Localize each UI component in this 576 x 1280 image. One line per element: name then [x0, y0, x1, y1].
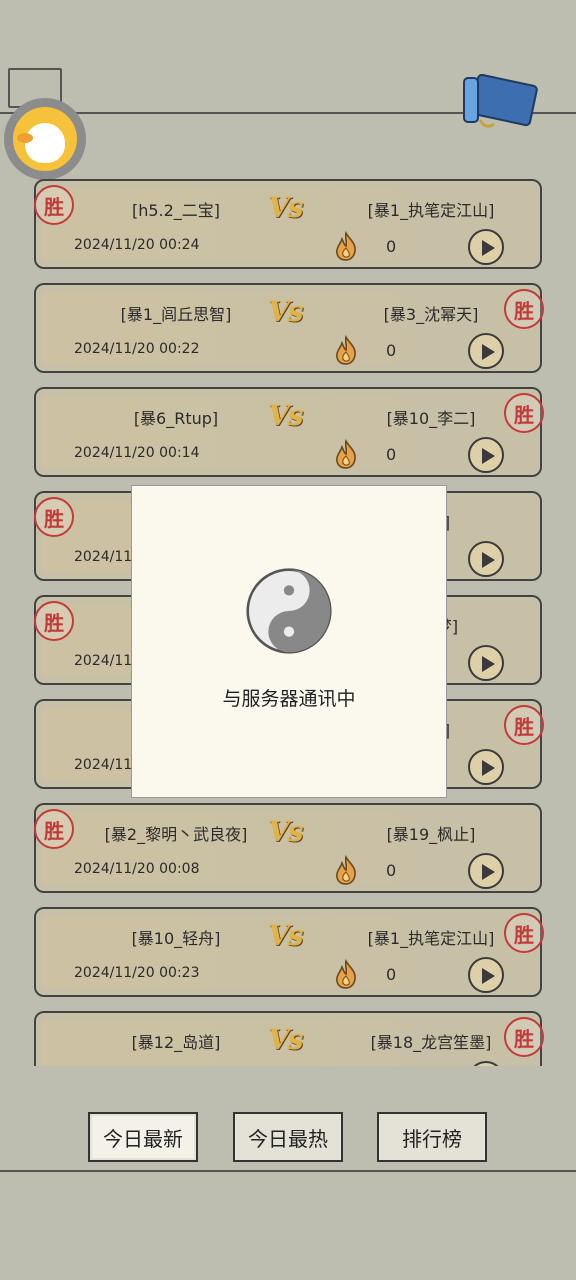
vs-badge: Vs [268, 919, 304, 952]
scroll-book-icon[interactable] [460, 74, 540, 130]
win-stamp-icon: 胜 [504, 289, 544, 329]
player-left-name: [h5.2_二宝] [131, 201, 221, 220]
play-replay-button[interactable] [468, 229, 504, 265]
fire-icon [336, 439, 356, 469]
vs-badge: Vs [268, 1023, 304, 1056]
fire-icon [336, 959, 356, 989]
player-right-name: [暴18_龙宫笙墨] [370, 1033, 492, 1052]
heat-count: 0 [386, 341, 397, 360]
play-replay-button[interactable] [468, 749, 504, 785]
play-replay-button[interactable] [468, 541, 504, 577]
player-left-name: [暴2_黎明丶武良夜] [104, 825, 248, 844]
match-card[interactable]: 胜 [暴10_轻舟] Vs [暴1_执笔定江山] 2024/11/20 00:23 0 [34, 907, 544, 997]
tab-hottest-today[interactable]: 今日最热 [233, 1112, 343, 1162]
match-date: 2024/11/20 00:08 [74, 861, 200, 877]
win-stamp-icon: 胜 [504, 913, 544, 953]
heat-count: 0 [386, 861, 397, 880]
player-left-name: [暴12_岛道] [131, 1033, 221, 1052]
vs-badge: Vs [268, 191, 304, 224]
player-right-name: [暴10_李二] [386, 409, 476, 428]
heat-count: 0 [386, 965, 397, 984]
heat-count: 0 [386, 237, 397, 256]
avatar[interactable] [4, 98, 86, 180]
match-date: 2024/11 [74, 653, 133, 669]
loading-text: 与服务器通讯中 [222, 688, 356, 710]
win-stamp-icon: 胜 [504, 1017, 544, 1057]
yin-yang-icon [246, 568, 332, 654]
play-replay-button[interactable] [468, 1061, 504, 1066]
win-stamp-icon: 胜 [34, 601, 74, 641]
duck-avatar-icon [13, 107, 77, 171]
match-card[interactable]: 胜 [暴12_岛道] Vs [暴18_龙宫笙墨] [34, 1011, 544, 1066]
match-date: 2024/11 [74, 757, 133, 773]
win-stamp-icon: 胜 [34, 809, 74, 849]
match-card[interactable]: 胜 [h5.2_二宝] Vs [暴1_执笔定江山] 2024/11/20 00:24 0 [34, 179, 542, 269]
play-replay-button[interactable] [468, 333, 504, 369]
match-date: 2024/11/20 00:22 [74, 341, 200, 357]
match-card[interactable]: 胜 [暴6_Rtup] Vs [暴10_李二] 2024/11/20 00:14 0 [34, 387, 544, 477]
match-date: 2024/11/20 00:23 [74, 965, 200, 981]
win-stamp-icon: 胜 [504, 393, 544, 433]
player-right-name: [暴1_执笔定江山] [367, 929, 495, 948]
fire-icon [336, 335, 356, 365]
fire-icon [336, 231, 356, 261]
match-date: 2024/11 [74, 549, 133, 565]
player-left-name: [暴10_轻舟] [131, 929, 221, 948]
vs-badge: Vs [268, 399, 304, 432]
win-stamp-icon: 胜 [34, 497, 74, 537]
fire-icon [336, 855, 356, 885]
play-replay-button[interactable] [468, 645, 504, 681]
player-right-name: [暴19_枫止] [386, 825, 476, 844]
player-left-name: [暴6_Rtup] [133, 409, 219, 428]
match-date: 2024/11/20 00:14 [74, 445, 200, 461]
tab-leaderboard[interactable]: 排行榜 [377, 1112, 487, 1162]
match-card[interactable]: 胜 [暴1_闾丘思智] Vs [暴3_沈幂天] 2024/11/20 00:22 0 [34, 283, 544, 373]
match-card[interactable]: 胜 [暴2_黎明丶武良夜] Vs [暴19_枫止] 2024/11/20 00:08 0 [34, 803, 542, 893]
match-date: 2024/11/20 00:24 [74, 237, 200, 253]
bottom-divider [0, 1170, 576, 1172]
play-replay-button[interactable] [468, 853, 504, 889]
play-replay-button[interactable] [468, 437, 504, 473]
win-stamp-icon: 胜 [504, 705, 544, 745]
loading-dialog: 与服务器通讯中 [131, 485, 447, 798]
vs-badge: Vs [268, 815, 304, 848]
play-replay-button[interactable] [468, 957, 504, 993]
vs-badge: Vs [268, 295, 304, 328]
player-right-name: [暴1_执笔定江山] [367, 201, 495, 220]
heat-count: 0 [386, 445, 397, 464]
player-left-name: [暴1_闾丘思智] [120, 305, 232, 324]
win-stamp-icon: 胜 [34, 185, 74, 225]
tab-latest-today[interactable]: 今日最新 [88, 1112, 198, 1162]
player-right-name: [暴3_沈幂天] [383, 305, 479, 324]
